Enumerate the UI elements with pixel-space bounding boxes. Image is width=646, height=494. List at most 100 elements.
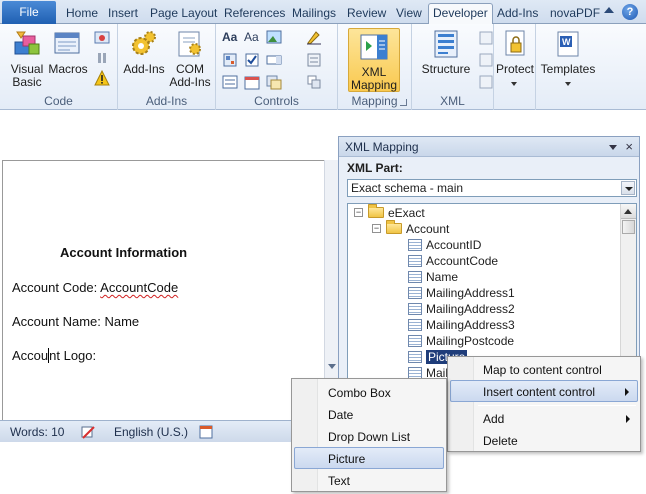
tab-file[interactable]: File: [2, 1, 56, 24]
close-icon[interactable]: ×: [625, 140, 633, 154]
macro-security-icon[interactable]: [94, 70, 110, 86]
language-indicator[interactable]: English (U.S.): [114, 425, 188, 439]
date-picker-icon[interactable]: [244, 74, 260, 90]
tree-node-label: AccountCode: [426, 254, 499, 268]
scroll-thumb[interactable]: [622, 220, 635, 234]
menu-item-add[interactable]: Add: [450, 408, 638, 430]
tree-node-root[interactable]: eExact: [368, 204, 425, 221]
tree-node-account[interactable]: Account: [386, 220, 449, 237]
element-icon: [408, 255, 422, 267]
structure-label: Structure: [421, 62, 471, 76]
collapse-root-icon[interactable]: −: [354, 208, 363, 217]
schema-icon[interactable]: [478, 30, 494, 46]
proofing-icon[interactable]: [80, 424, 96, 440]
tab-mailings[interactable]: Mailings: [288, 4, 340, 24]
templates-dropdown-icon[interactable]: [565, 82, 571, 86]
menu-item-insert-content-control[interactable]: Insert content control: [450, 380, 638, 402]
xml-mapping-pane-icon: [360, 34, 388, 60]
tree-node-mailingpostcode[interactable]: MailingPostcode: [408, 333, 514, 349]
word-count[interactable]: Words: 10: [10, 425, 64, 439]
menu-item-map-to-content-control[interactable]: Map to content control: [450, 359, 638, 381]
com-label-2: Add-Ins: [169, 75, 211, 89]
pause-recording-icon[interactable]: [94, 50, 110, 66]
properties-icon[interactable]: [306, 52, 322, 68]
group-control-icon[interactable]: [306, 74, 322, 90]
xml-part-select[interactable]: Exact schema - main: [347, 179, 637, 197]
minimize-ribbon-icon[interactable]: [604, 7, 614, 13]
tree-node-name[interactable]: Name: [408, 269, 458, 285]
add-ins-button[interactable]: Add-Ins: [122, 28, 166, 76]
plain-text-control-icon[interactable]: Aa: [244, 30, 262, 46]
scroll-up-icon[interactable]: [621, 204, 636, 219]
tab-references[interactable]: References: [220, 4, 289, 24]
chevron-down-icon[interactable]: [621, 181, 635, 195]
pane-options-icon[interactable]: [609, 145, 617, 150]
tree-node-accountcode[interactable]: AccountCode: [408, 253, 498, 269]
tab-novapdf[interactable]: novaPDF: [546, 4, 604, 24]
tree-node-mailingaddress3[interactable]: MailingAddress3: [408, 317, 515, 333]
doc-line-account-code-label: Account Code:: [12, 280, 101, 295]
doc-line-account-code: Account Code: AccountCode: [12, 280, 178, 295]
xml-mapping-button[interactable]: XML Mapping: [348, 28, 400, 92]
submenu-item-combo-box[interactable]: Combo Box: [294, 382, 444, 404]
expansion-packs-icon[interactable]: [478, 74, 494, 90]
tree-node-label: MailingAddress2: [426, 302, 515, 316]
templates-button[interactable]: W Templates: [540, 28, 596, 76]
tab-insert[interactable]: Insert: [104, 4, 142, 24]
submenu-item-text[interactable]: Text: [294, 470, 444, 492]
submenu-item-drop-down-list[interactable]: Drop Down List: [294, 426, 444, 448]
tree-node-mailingaddress1[interactable]: MailingAddress1: [408, 285, 515, 301]
group-add-ins-label: Add-Ins: [145, 94, 188, 108]
legacy-tools-icon[interactable]: [266, 74, 282, 90]
tab-add-ins[interactable]: Add-Ins: [493, 4, 542, 24]
element-icon: [408, 303, 422, 315]
ribbon: Visual Basic Macros Code Add-Ins COM Add…: [0, 24, 646, 110]
record-macro-icon[interactable]: [94, 30, 110, 46]
pane-header: XML Mapping ×: [339, 137, 639, 157]
doc-line-logo-b: nt Logo:: [49, 348, 97, 363]
add-ins-label: Add-Ins: [123, 62, 165, 76]
tree-node-mailingaddress2[interactable]: MailingAddress2: [408, 301, 515, 317]
combo-box-control-icon[interactable]: [266, 52, 282, 68]
protect-button[interactable]: Protect: [496, 28, 534, 76]
tab-home[interactable]: Home: [62, 4, 102, 24]
xml-part-label: XML Part:: [347, 161, 403, 175]
macros-button[interactable]: Macros: [48, 28, 88, 76]
rich-text-control-icon[interactable]: Aa: [222, 30, 240, 46]
folder-icon: [368, 204, 384, 218]
submenu-item-picture[interactable]: Picture: [294, 447, 444, 469]
drop-down-list-icon[interactable]: [222, 74, 238, 90]
print-layout-icon[interactable]: [198, 424, 214, 440]
tab-page-layout[interactable]: Page Layout: [146, 4, 221, 24]
tree-node-label: AccountID: [426, 238, 482, 252]
transformation-icon[interactable]: [478, 52, 494, 68]
tree-node-accountid[interactable]: AccountID: [408, 237, 481, 253]
tab-review[interactable]: Review: [343, 4, 390, 24]
building-block-icon[interactable]: [222, 52, 238, 68]
xml-mapping-label-1: XML: [361, 65, 387, 79]
tab-developer[interactable]: Developer: [428, 3, 493, 24]
com-add-ins-button[interactable]: COM Add-Ins: [168, 28, 212, 89]
checkbox-control-icon[interactable]: [244, 52, 260, 68]
visual-basic-button[interactable]: Visual Basic: [6, 28, 48, 89]
collapse-account-icon[interactable]: −: [372, 224, 381, 233]
protect-dropdown-icon[interactable]: [511, 82, 517, 86]
structure-icon: [434, 30, 458, 58]
tree-node-label: Name: [426, 270, 459, 284]
help-icon[interactable]: ?: [622, 4, 638, 20]
menu-item-delete[interactable]: Delete: [450, 430, 638, 452]
design-mode-icon[interactable]: [306, 29, 322, 45]
picture-control-icon[interactable]: [266, 29, 282, 45]
group-protect: Protect: [494, 24, 536, 110]
dialog-launcher-icon[interactable]: [400, 99, 407, 106]
structure-button[interactable]: Structure: [416, 28, 476, 76]
group-templates: W Templates: [536, 24, 600, 110]
visual-basic-icon: [14, 31, 40, 55]
folder-icon: [386, 220, 402, 234]
tab-view[interactable]: View: [392, 4, 426, 24]
element-icon: [408, 319, 422, 331]
com-label-1: COM: [176, 62, 204, 76]
scroll-down-icon[interactable]: [328, 364, 336, 369]
submenu-item-date[interactable]: Date: [294, 404, 444, 426]
svg-text:W: W: [562, 37, 571, 47]
